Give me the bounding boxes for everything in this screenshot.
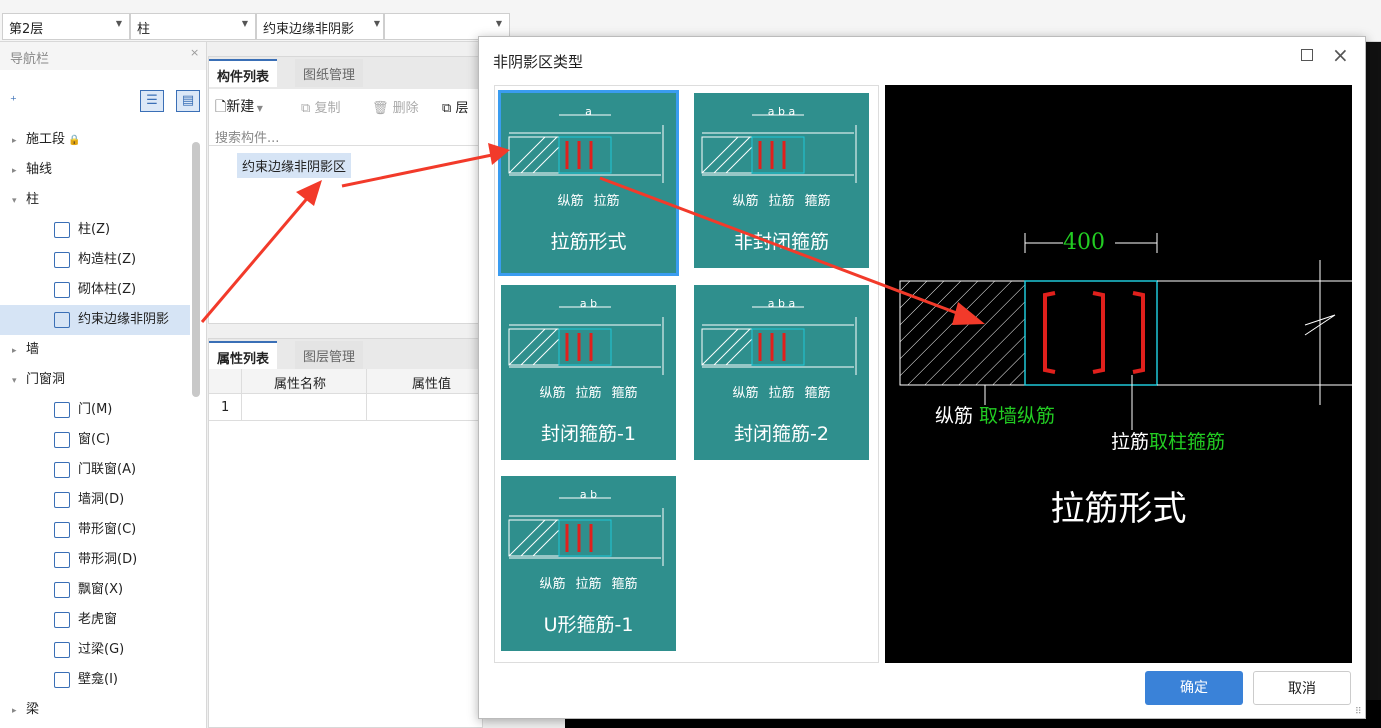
annotation-arrow: [599, 176, 963, 317]
annotation-arrow: [200, 194, 312, 323]
annotation-arrows: [200, 143, 985, 325]
annotation-arrow: [341, 153, 493, 188]
